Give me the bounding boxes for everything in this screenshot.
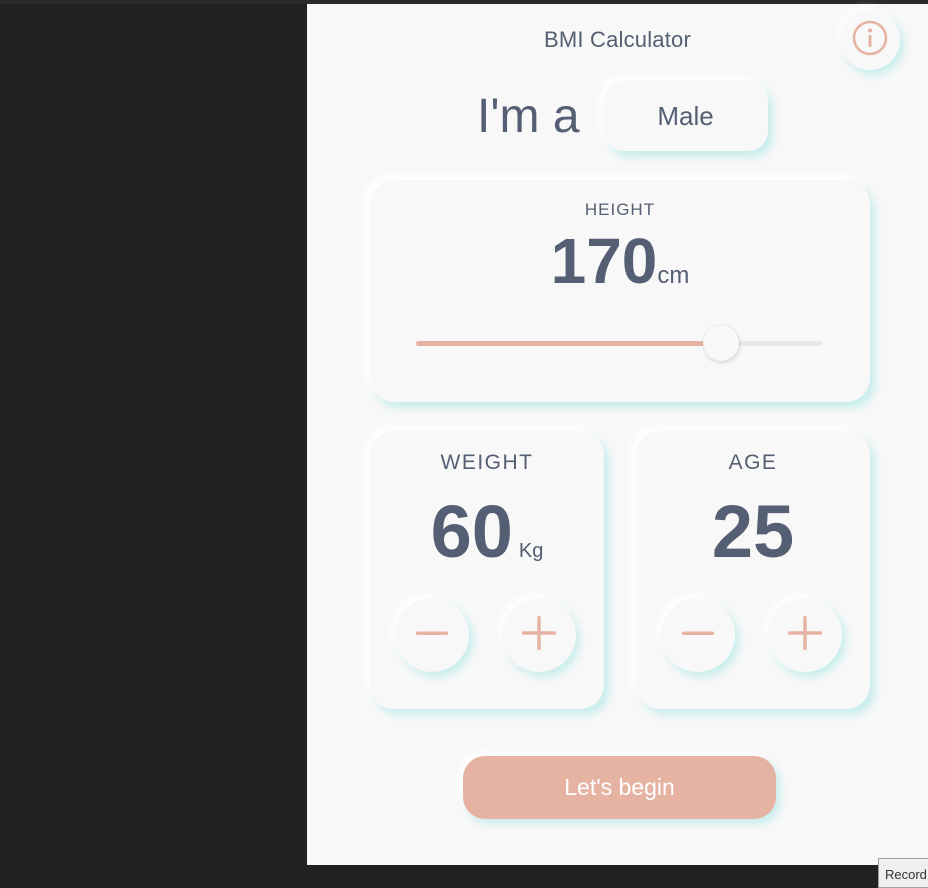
- height-slider-fill: [416, 341, 721, 346]
- gender-select-button[interactable]: Male: [603, 81, 768, 151]
- minus-icon: [681, 616, 715, 655]
- age-increase-button[interactable]: [768, 598, 842, 672]
- weight-value: 60: [430, 490, 513, 573]
- info-button[interactable]: [840, 10, 900, 70]
- height-slider-thumb[interactable]: [702, 325, 739, 361]
- height-card: HEIGHT 170cm: [370, 180, 870, 402]
- age-value-row: 25: [636, 489, 870, 574]
- weight-card: WEIGHT 60 Kg: [370, 431, 604, 709]
- weight-increase-button[interactable]: [502, 598, 576, 672]
- lets-begin-button[interactable]: Let's begin: [463, 756, 776, 819]
- age-decrease-button[interactable]: [661, 598, 735, 672]
- app-panel: BMI Calculator I'm a Male HEIGHT 170cm W…: [307, 4, 928, 865]
- height-slider[interactable]: [416, 325, 822, 361]
- age-card: AGE 25: [636, 431, 870, 709]
- height-value: 170: [550, 225, 658, 297]
- minus-icon: [415, 616, 449, 655]
- age-value: 25: [711, 490, 795, 573]
- weight-unit: Kg: [518, 540, 544, 562]
- page-title: BMI Calculator: [543, 27, 692, 52]
- height-unit: cm: [657, 262, 690, 289]
- gender-row: I'm a Male: [477, 76, 768, 156]
- weight-value-row: 60 Kg: [370, 489, 604, 574]
- info-icon: [851, 19, 889, 62]
- age-label: AGE: [728, 451, 778, 474]
- weight-decrease-button[interactable]: [395, 598, 469, 672]
- plus-icon: [787, 615, 823, 656]
- height-label: HEIGHT: [584, 200, 656, 219]
- recorder-widget[interactable]: Record: [878, 858, 928, 888]
- weight-label: WEIGHT: [440, 451, 534, 474]
- height-value-row: 170cm: [370, 224, 870, 298]
- plus-icon: [521, 615, 557, 656]
- gender-label: I'm a: [477, 89, 580, 143]
